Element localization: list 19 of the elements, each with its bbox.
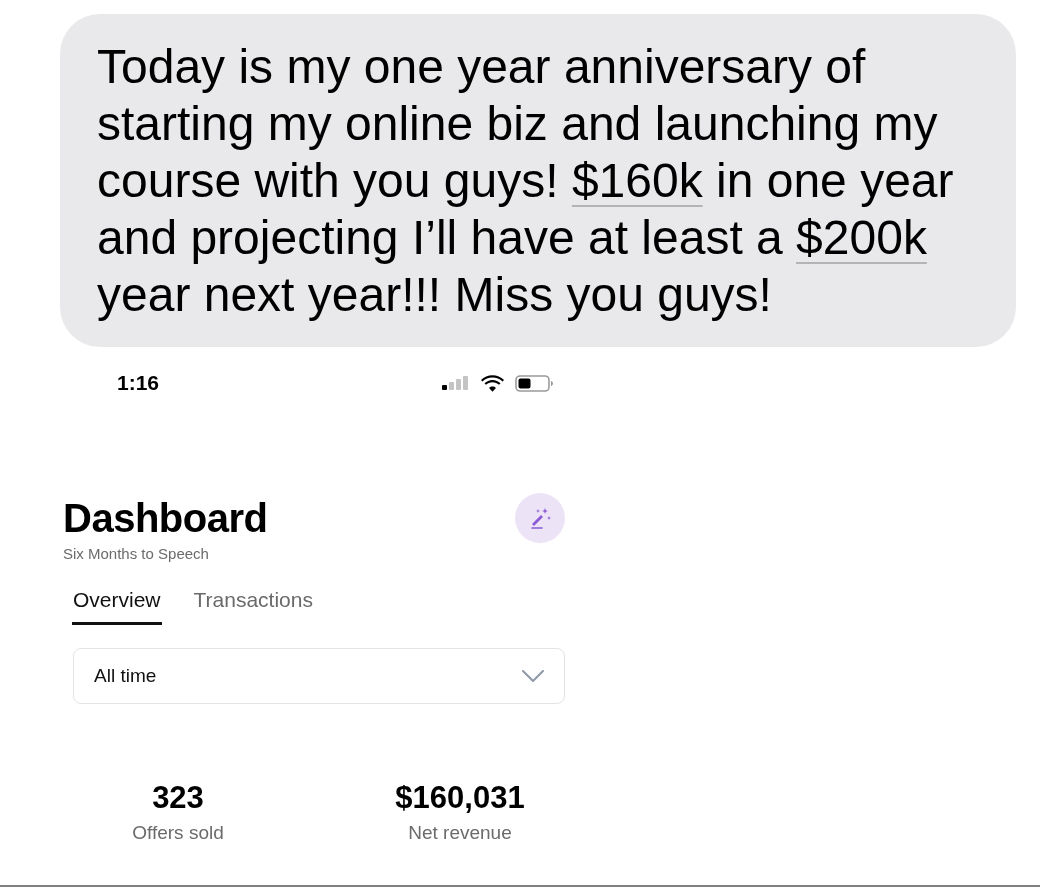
signal-icon	[442, 376, 470, 390]
link[interactable]: $200k	[796, 211, 927, 264]
wifi-icon	[481, 374, 504, 392]
chevron-down-icon	[522, 670, 544, 682]
status-time: 1:16	[117, 370, 160, 397]
magic-wand-button[interactable]	[515, 493, 565, 543]
stat-value: $160,031	[395, 780, 525, 816]
period-dropdown[interactable]: All time	[73, 648, 565, 704]
tab[interactable]: Overview	[72, 586, 162, 625]
link[interactable]: $160k	[571, 154, 703, 207]
stat-label: Offers sold	[132, 821, 224, 845]
battery-icon	[515, 374, 554, 392]
page-title: Dashboard	[63, 495, 268, 542]
page-subtitle: Six Months to Speech	[63, 544, 209, 564]
magic-wand-icon	[529, 507, 551, 529]
stat-label: Net revenue	[408, 821, 512, 845]
tab[interactable]: Transactions	[192, 586, 314, 625]
message-text: Today is my one year anniversary of starting my online biz and launching my course with you guys! $160k in one year and projecting I’ll have at least a $200k year next year!!! Miss you guys!	[97, 39, 955, 323]
stat-value: 323	[152, 780, 204, 816]
